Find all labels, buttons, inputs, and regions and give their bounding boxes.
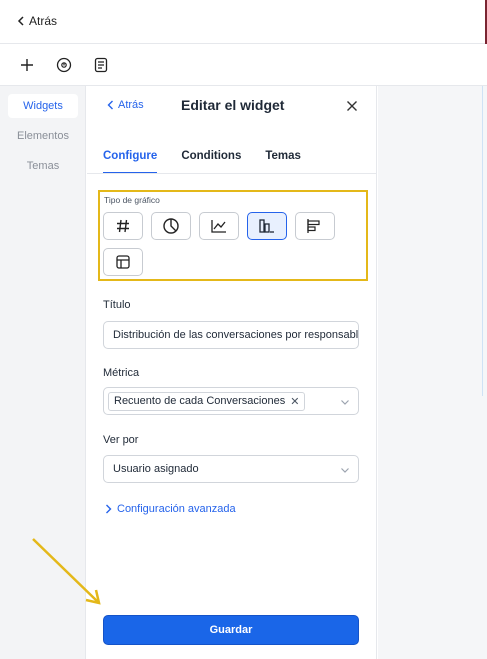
vertical-bar-icon[interactable] [247, 212, 287, 240]
metric-chip-label: Recuento de cada Conversaciones [114, 395, 286, 407]
close-icon[interactable] [344, 98, 360, 114]
metric-field-label: Métrica [103, 367, 140, 379]
remove-chip-icon[interactable]: ✕ [290, 395, 299, 408]
chevron-left-icon [17, 16, 24, 26]
widget-preview-edge [482, 86, 485, 396]
chart-type-label: Tipo de gráfico [104, 195, 160, 205]
tabs-divider [87, 173, 377, 174]
widget-editor-panel: Atrás Editar el widget Configure Conditi… [87, 86, 377, 659]
tab-configure[interactable]: Configure [103, 150, 158, 174]
line-chart-icon[interactable] [199, 212, 239, 240]
table-icon[interactable] [103, 248, 143, 276]
nav-item-elementos[interactable]: Elementos [8, 124, 78, 148]
toolbar [0, 44, 487, 86]
annotation-arrow [32, 538, 101, 605]
panel-back-link[interactable]: Atrás [107, 99, 144, 111]
nav-item-widgets[interactable]: Widgets [8, 94, 78, 118]
panel-title: Editar el widget [181, 97, 285, 113]
save-button[interactable]: Guardar [103, 615, 359, 645]
title-input[interactable]: Distribución de las conversaciones por r… [103, 321, 359, 349]
circle-info-icon[interactable] [55, 56, 73, 74]
horizontal-bar-icon[interactable] [295, 212, 335, 240]
number-icon[interactable] [103, 212, 143, 240]
groupby-value: Usuario asignado [113, 463, 199, 475]
chevron-down-icon [341, 468, 349, 473]
chevron-down-icon [341, 400, 349, 405]
advanced-config-label: Configuración avanzada [117, 503, 236, 515]
tab-bar: Configure Conditions Temas [103, 150, 301, 174]
groupby-select[interactable]: Usuario asignado [103, 455, 359, 483]
pie-chart-icon[interactable] [151, 212, 191, 240]
advanced-config-link[interactable]: Configuración avanzada [105, 503, 236, 515]
back-link-label: Atrás [29, 14, 58, 28]
chart-type-highlight: Tipo de gráfico [98, 190, 368, 281]
plus-icon[interactable] [18, 56, 36, 74]
top-bar: Atrás [0, 0, 487, 44]
metric-chip: Recuento de cada Conversaciones ✕ [108, 391, 306, 411]
nav-item-temas[interactable]: Temas [8, 154, 78, 178]
document-icon[interactable] [92, 56, 110, 74]
metric-select[interactable]: Recuento de cada Conversaciones ✕ [103, 387, 359, 415]
chevron-right-icon [106, 504, 112, 514]
tab-conditions[interactable]: Conditions [181, 150, 241, 174]
panel-back-label: Atrás [118, 99, 144, 111]
dashboard-canvas [378, 86, 487, 659]
title-field-label: Título [103, 299, 131, 311]
groupby-field-label: Ver por [103, 434, 139, 446]
tab-temas[interactable]: Temas [265, 150, 301, 174]
chevron-left-icon [107, 100, 113, 110]
back-link[interactable]: Atrás [17, 14, 57, 28]
